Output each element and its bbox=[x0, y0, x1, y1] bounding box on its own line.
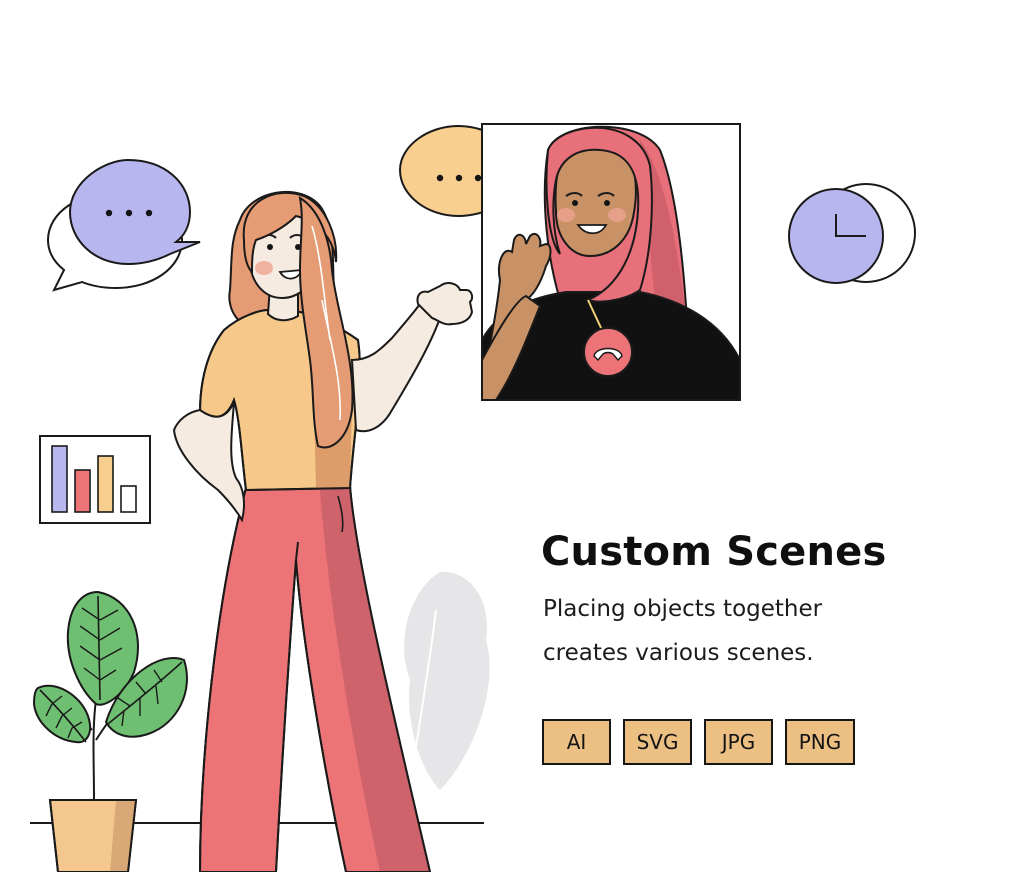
format-png-button[interactable]: PNG bbox=[785, 719, 855, 765]
clock-icon bbox=[788, 183, 916, 284]
page-title: Custom Scenes bbox=[541, 529, 887, 575]
plant-icon bbox=[32, 590, 188, 872]
chat-bubble-icon bbox=[46, 158, 201, 292]
video-call-frame bbox=[481, 123, 741, 401]
format-svg-button[interactable]: SVG bbox=[623, 719, 692, 765]
format-ai-button[interactable]: AI bbox=[542, 719, 611, 765]
illustration bbox=[30, 123, 916, 872]
background-leaf-shape bbox=[404, 571, 490, 790]
description-line-2: creates various scenes. bbox=[543, 640, 814, 666]
description-line-1: Placing objects together bbox=[543, 596, 823, 622]
bar-chart-icon bbox=[39, 435, 151, 524]
hang-up-icon bbox=[583, 327, 633, 377]
format-list: AI SVG JPG PNG bbox=[542, 719, 855, 765]
format-jpg-button[interactable]: JPG bbox=[704, 719, 773, 765]
